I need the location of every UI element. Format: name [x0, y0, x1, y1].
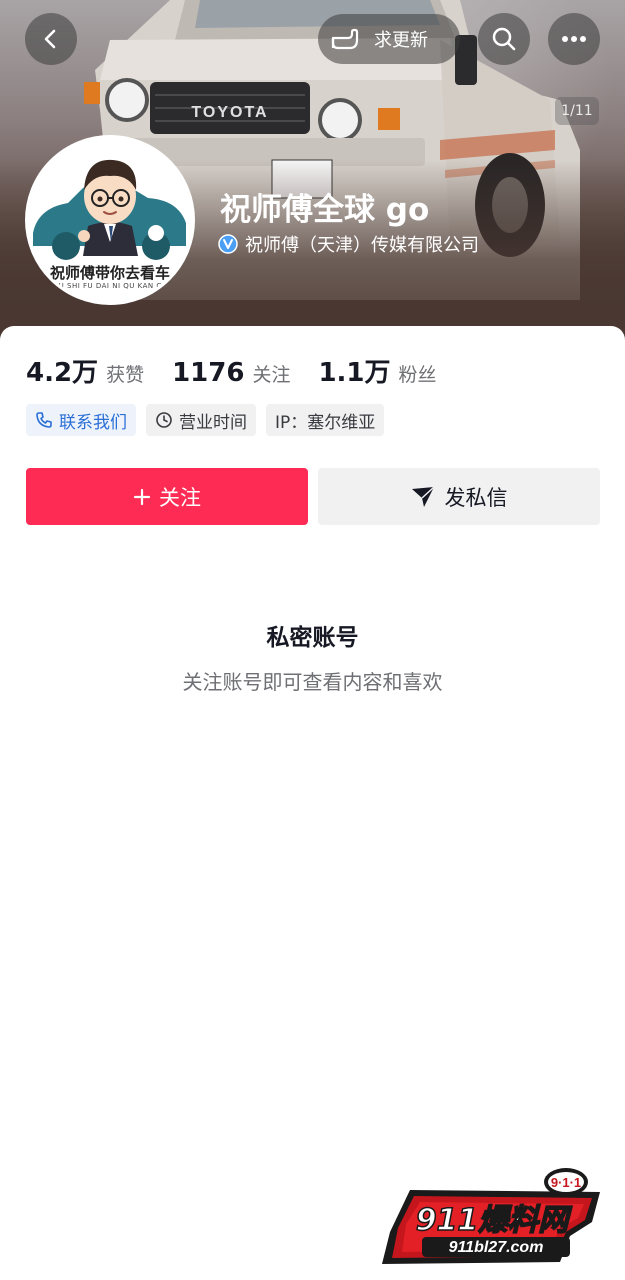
profile-stats: 4.2万 获赞 1176 关注 1.1万 粉丝: [26, 352, 465, 389]
verification-row: 祝师傅（天津）传媒有限公司: [218, 231, 479, 257]
send-message-label: 发私信: [444, 485, 508, 510]
stat-followers-label: 粉丝: [398, 364, 437, 386]
private-account-description: 关注账号即可查看内容和喜欢: [182, 670, 443, 694]
follow-label: 关注: [159, 485, 201, 510]
watermark-brand: 911爆料网: [416, 1203, 573, 1238]
watermark-url: 911bl27.com: [449, 1239, 544, 1256]
stat-likes[interactable]: 4.2万 获赞: [26, 352, 144, 389]
stat-followers[interactable]: 1.1万 粉丝: [318, 352, 436, 389]
stat-following-label: 关注: [252, 364, 291, 386]
send-message-button[interactable]: 发私信: [318, 468, 600, 525]
clock-icon: [156, 412, 172, 428]
profile-tags: 联系我们 营业时间 IP：塞尔维亚: [26, 404, 385, 436]
more-options-button[interactable]: [548, 13, 600, 65]
contact-us-label: 联系我们: [59, 412, 127, 433]
back-button[interactable]: [25, 13, 77, 65]
cover-image[interactable]: TOYOTA 求更新 1/11 祝师傅带你去看车 ZHU SHI FU DAI …: [0, 0, 625, 340]
ellipsis-icon: [562, 36, 586, 42]
avatar-subcaption: ZHU SHI FU DAI NI QU KAN CHE: [47, 282, 173, 290]
follow-button[interactable]: 关注: [26, 468, 308, 525]
avatar-caption: 祝师傅带你去看车: [49, 264, 170, 282]
stat-likes-label: 获赞: [106, 364, 145, 386]
search-button[interactable]: [478, 13, 530, 65]
stat-likes-value: 4.2万: [26, 358, 99, 388]
chevron-left-icon: [44, 29, 56, 49]
watermark-badge: 9·1·1: [551, 1175, 581, 1190]
pointing-hand-icon: [331, 28, 359, 50]
plus-icon: [133, 488, 151, 505]
verification-text: 祝师傅（天津）传媒有限公司: [245, 235, 479, 256]
watermark-logo: 9·1·1 911爆料网 911bl27.com: [382, 1168, 600, 1264]
private-account-title: 私密账号: [266, 625, 359, 651]
stat-followers-value: 1.1万: [318, 358, 391, 388]
send-arrow-icon: [411, 485, 435, 507]
search-icon: [492, 27, 516, 51]
stat-following[interactable]: 1176 关注: [172, 358, 290, 388]
profile-nickname: 祝师傅全球 go: [220, 192, 430, 228]
ip-location-tag: IP：塞尔维亚: [266, 404, 385, 436]
business-hours-label: 营业时间: [179, 412, 247, 433]
photo-counter: 1/11: [555, 97, 599, 125]
contact-us-tag[interactable]: 联系我们: [26, 404, 136, 436]
verified-badge-icon: [218, 234, 238, 254]
svg-text:TOYOTA: TOYOTA: [191, 104, 268, 121]
request-update-label: 求更新: [374, 30, 428, 51]
ip-location-label: IP：塞尔维亚: [275, 412, 376, 433]
stat-following-value: 1176: [172, 358, 245, 388]
request-update-button[interactable]: 求更新: [318, 14, 460, 64]
phone-icon: [36, 412, 52, 428]
business-hours-tag[interactable]: 营业时间: [146, 404, 256, 436]
avatar[interactable]: 祝师傅带你去看车 ZHU SHI FU DAI NI QU KAN CHE: [25, 135, 195, 305]
